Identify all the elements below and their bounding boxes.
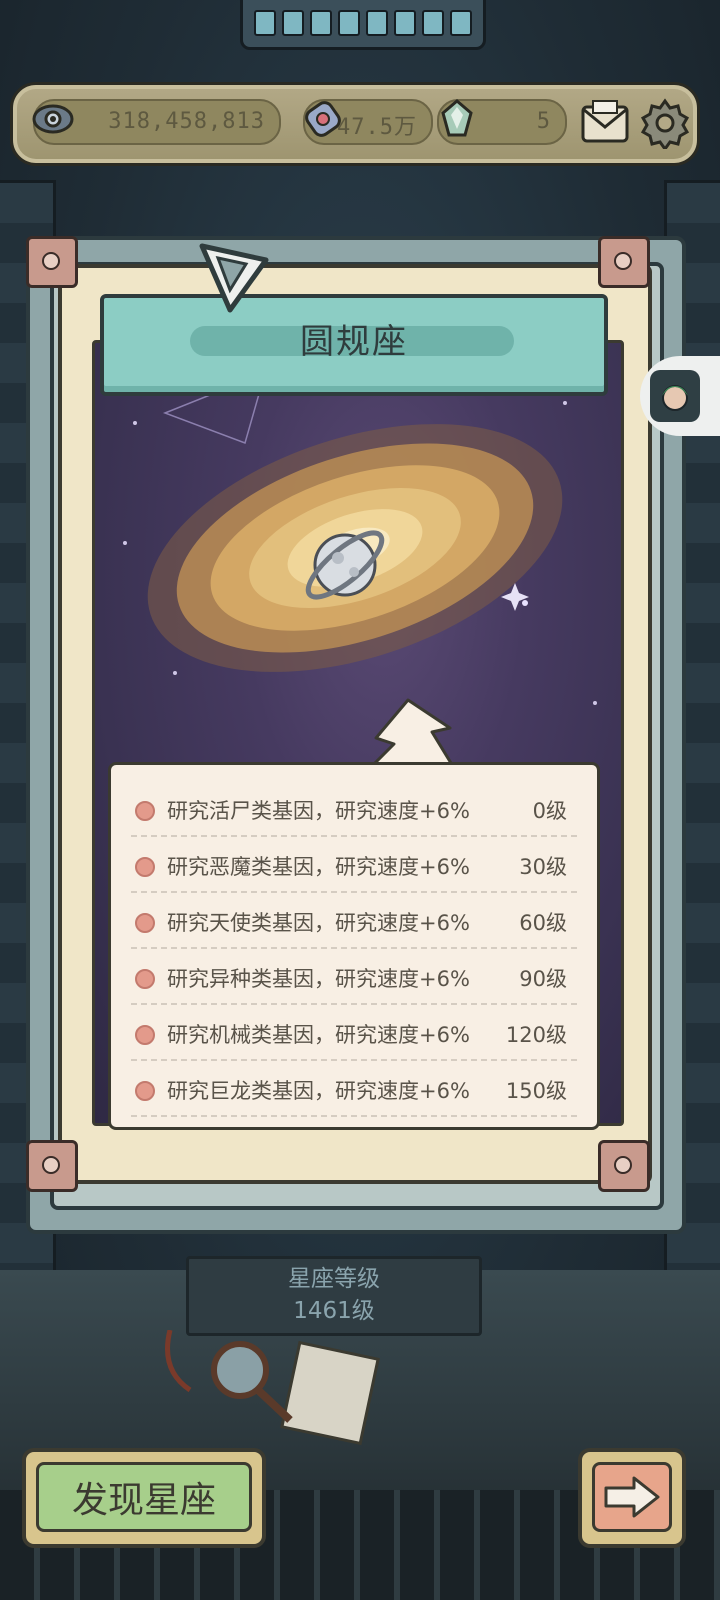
discover-label: 发现星座 bbox=[36, 1462, 252, 1532]
bonus-description: 研究机械类基因，研究速度+6% bbox=[167, 1023, 470, 1047]
compass-clip-icon bbox=[196, 236, 272, 316]
gem-resource: 47.5万 bbox=[303, 99, 433, 145]
next-button[interactable] bbox=[578, 1448, 686, 1548]
arrow-right-icon bbox=[604, 1476, 660, 1518]
bonus-level: 90级 bbox=[519, 967, 567, 991]
eye-icon bbox=[29, 95, 77, 143]
bullet-dot bbox=[135, 1025, 155, 1045]
frame-corner bbox=[598, 1140, 650, 1192]
constellation-level-display: 星座等级 1461级 bbox=[186, 1256, 482, 1336]
avatar-icon bbox=[650, 370, 700, 422]
eye-resource: 318,458,813 bbox=[32, 99, 281, 145]
bonus-level: 150级 bbox=[505, 1079, 567, 1103]
bonus-list: 研究活尸类基因，研究速度+6% 0级 研究恶魔类基因，研究速度+6% 30级 研… bbox=[108, 762, 600, 1130]
frame-corner bbox=[26, 236, 78, 288]
eye-count: 318,458,813 bbox=[108, 109, 265, 134]
side-avatar-button[interactable] bbox=[640, 356, 720, 436]
bonus-description: 研究天使类基因，研究速度+6% bbox=[167, 911, 470, 935]
bonus-description: 研究活尸类基因，研究速度+6% bbox=[167, 799, 470, 823]
crystal-count: 5 bbox=[536, 109, 551, 134]
resource-bar: 318,458,813 47.5万 5 bbox=[10, 82, 700, 166]
frame-corner bbox=[26, 1140, 78, 1192]
bonus-row: 研究恶魔类基因，研究速度+6% 30级 bbox=[131, 837, 577, 893]
bullet-dot bbox=[135, 1081, 155, 1101]
bonus-description: 研究异种类基因，研究速度+6% bbox=[167, 967, 470, 991]
bonus-row: 研究活尸类基因，研究速度+6% 0级 bbox=[131, 781, 577, 837]
speech-tail bbox=[368, 698, 456, 770]
bonus-level: 0级 bbox=[532, 799, 567, 823]
level-label: 星座等级 bbox=[288, 1266, 380, 1292]
bullet-dot bbox=[135, 801, 155, 821]
bonus-row: 研究异种类基因，研究速度+6% 90级 bbox=[131, 949, 577, 1005]
bullet-dot bbox=[135, 969, 155, 989]
mail-icon bbox=[581, 100, 629, 143]
bullet-dot bbox=[135, 913, 155, 933]
mail-button[interactable] bbox=[579, 99, 631, 147]
settings-button[interactable] bbox=[639, 97, 691, 152]
crystal-icon bbox=[433, 95, 481, 143]
planet-icon bbox=[290, 510, 400, 620]
bonus-row: 研究天使类基因，研究速度+6% 60级 bbox=[131, 893, 577, 949]
bonus-row: 研究机械类基因，研究速度+6% 120级 bbox=[131, 1005, 577, 1061]
gem-count: 47.5万 bbox=[337, 115, 417, 140]
bonus-level: 120级 bbox=[505, 1023, 567, 1047]
bonus-description: 研究恶魔类基因，研究速度+6% bbox=[167, 855, 470, 879]
bonus-description: 研究巨龙类基因，研究速度+6% bbox=[167, 1079, 470, 1103]
level-value: 1461级 bbox=[293, 1298, 375, 1324]
bonus-level: 60级 bbox=[519, 911, 567, 935]
desk-items bbox=[165, 1330, 380, 1446]
discover-constellation-button[interactable]: 发现星座 bbox=[22, 1448, 266, 1548]
bonus-level: 30级 bbox=[519, 855, 567, 879]
gear-icon bbox=[640, 98, 690, 152]
constellation-name: 圆规座 bbox=[300, 322, 408, 362]
bonus-row: 研究巨龙类基因，研究速度+6% 150级 bbox=[131, 1061, 577, 1117]
frame-corner bbox=[598, 236, 650, 288]
crystal-resource: 5 bbox=[437, 99, 567, 145]
top-vent bbox=[240, 0, 486, 50]
bullet-dot bbox=[135, 857, 155, 877]
